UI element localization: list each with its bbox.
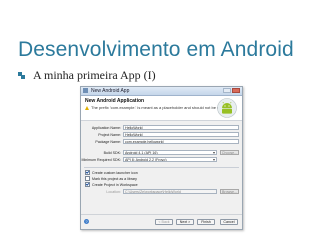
wizard-message: The prefix 'com.example.' is meant as a … xyxy=(85,105,226,110)
help-icon[interactable]: ? xyxy=(84,219,89,224)
min-sdk-row: Minimum Required SDK: API 8: Android 2.2… xyxy=(81,157,242,163)
custom-icon-checkbox[interactable]: Create custom launcher icon xyxy=(85,170,138,175)
app-window-icon xyxy=(83,88,88,93)
project-name-label: Project Name: xyxy=(98,133,121,137)
application-name-row: Application Name: HelloWorld xyxy=(81,125,242,131)
application-name-input[interactable]: HelloWorld xyxy=(123,125,239,130)
application-name-label: Application Name: xyxy=(91,126,121,130)
library-label: Mark this project as a library xyxy=(92,176,137,181)
choose-sdk-button[interactable]: Choose... xyxy=(220,150,239,155)
new-android-app-dialog: New Android App New Android Application … xyxy=(80,86,243,230)
min-sdk-select[interactable]: API 8: Android 2.2 (Froyo) xyxy=(123,157,217,162)
project-name-row: Project Name: HelloWorld xyxy=(81,132,242,138)
package-name-row: Package Name: com.example.helloworld xyxy=(81,139,242,145)
wizard-title: New Android Application xyxy=(85,98,145,104)
build-sdk-row: Build SDK: Android 4.1 (API 16) Choose..… xyxy=(81,150,242,156)
workspace-label: Create Project in Workspace xyxy=(92,182,138,187)
wizard-message-text: The prefix 'com.example.' is meant as a … xyxy=(91,105,226,110)
checkbox-unchecked-icon xyxy=(85,176,90,181)
dialog-title: New Android App xyxy=(91,88,130,94)
browse-button[interactable]: Browse... xyxy=(220,189,239,194)
location-input[interactable]: C:\Users\Ze\workspace\HelloWorld xyxy=(123,189,217,194)
window-controls xyxy=(223,88,240,93)
bullet-text: A minha primeira App (I) xyxy=(33,68,156,82)
back-button[interactable]: < Back xyxy=(155,219,173,225)
build-sdk-select[interactable]: Android 4.1 (API 16) xyxy=(123,150,217,155)
build-sdk-label: Build SDK: xyxy=(103,151,121,155)
maximize-button[interactable] xyxy=(223,88,231,93)
location-row: Location: C:\Users\Ze\workspace\HelloWor… xyxy=(81,189,242,195)
bullet-item: A minha primeira App (I) xyxy=(18,68,156,83)
package-name-input[interactable]: com.example.helloworld xyxy=(123,139,239,144)
separator xyxy=(84,167,239,168)
finish-button[interactable]: Finish xyxy=(197,219,215,225)
library-checkbox[interactable]: Mark this project as a library xyxy=(85,176,137,181)
location-label: Location: xyxy=(106,190,121,194)
warning-icon xyxy=(85,105,89,110)
dialog-titlebar: New Android App xyxy=(81,87,242,96)
package-name-label: Package Name: xyxy=(95,140,121,144)
bullet-icon xyxy=(18,72,25,79)
custom-icon-label: Create custom launcher icon xyxy=(92,170,138,175)
checkbox-checked-icon xyxy=(85,182,90,187)
checkbox-checked-icon xyxy=(85,170,90,175)
android-logo-icon xyxy=(217,98,237,118)
close-button[interactable] xyxy=(232,88,240,93)
cancel-button[interactable]: Cancel xyxy=(220,219,238,225)
next-button[interactable]: Next > xyxy=(176,219,194,225)
min-sdk-label: Minimum Required SDK: xyxy=(81,158,121,162)
slide-title: Desenvolvimento em Android xyxy=(18,38,294,61)
workspace-checkbox[interactable]: Create Project in Workspace xyxy=(85,182,138,187)
wizard-header: New Android Application The prefix 'com.… xyxy=(81,96,242,121)
project-name-input[interactable]: HelloWorld xyxy=(123,132,239,137)
dialog-footer: ? < Back Next > Finish Cancel xyxy=(81,214,242,229)
